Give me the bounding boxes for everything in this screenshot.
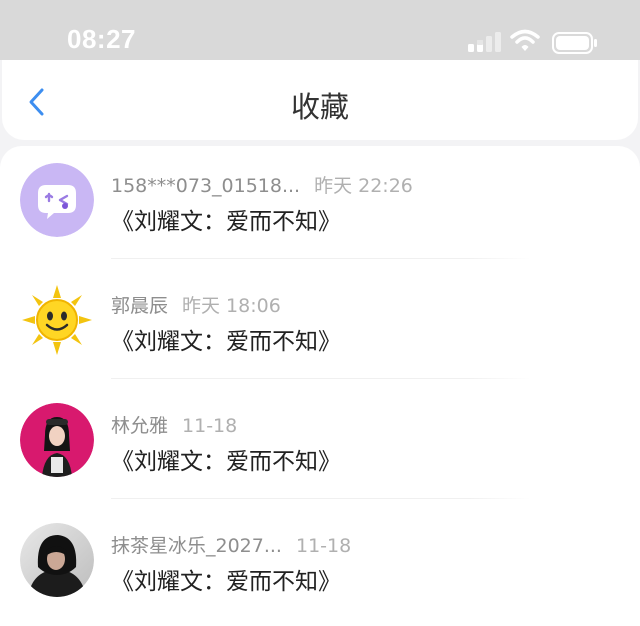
item-username: 郭晨辰 — [111, 295, 169, 317]
divider — [111, 498, 531, 499]
page-title: 收藏 — [290, 90, 349, 124]
favorite-item[interactable]: 158***073_01518... 昨天 22:26 《刘耀文：爱而不知》 — [0, 146, 640, 266]
chat-bubble-avatar — [20, 163, 94, 237]
item-meta: 林允雅 11-18 — [111, 411, 237, 438]
item-title: 《刘耀文：爱而不知》 — [111, 209, 341, 235]
item-time: 11-18 — [182, 415, 238, 437]
favorite-item[interactable]: 抹茶星冰乐_2027... 11-18 《刘耀文：爱而不知》 — [0, 506, 640, 626]
divider — [111, 258, 531, 259]
divider — [111, 378, 531, 379]
favorite-item[interactable]: 林允雅 11-18 《刘耀文：爱而不知》 — [0, 386, 640, 506]
favorite-item[interactable]: 郭晨辰 昨天 18:06 《刘耀文：爱而不知》 — [0, 266, 640, 386]
girl-photo-avatar — [20, 403, 94, 477]
item-time: 11-18 — [295, 535, 352, 557]
item-meta: 158***073_01518... 昨天 22:26 — [111, 171, 413, 198]
item-title: 《刘耀文：爱而不知》 — [111, 569, 341, 595]
item-title: 《刘耀文：爱而不知》 — [111, 329, 341, 355]
favorites-list: 158***073_01518... 昨天 22:26 《刘耀文：爱而不知》 郭… — [0, 146, 640, 626]
status-bar: 08:27 — [0, 0, 640, 60]
item-time: 昨天 22:26 — [314, 175, 413, 197]
sun-avatar — [20, 283, 94, 357]
battery-icon — [552, 32, 597, 54]
wifi-icon — [510, 29, 540, 51]
hooded-person-avatar — [20, 523, 94, 597]
item-username: 158***073_01518... — [111, 175, 301, 197]
item-time: 昨天 18:06 — [182, 295, 281, 317]
item-username: 林允雅 — [111, 415, 169, 437]
signal-icon — [468, 32, 501, 52]
status-time: 08:27 — [67, 24, 136, 54]
item-username: 抹茶星冰乐_2027... — [111, 535, 282, 557]
nav-bar: 收藏 — [2, 60, 638, 140]
item-meta: 抹茶星冰乐_2027... 11-18 — [111, 531, 351, 558]
item-meta: 郭晨辰 昨天 18:06 — [111, 291, 281, 318]
item-title: 《刘耀文：爱而不知》 — [111, 449, 341, 475]
